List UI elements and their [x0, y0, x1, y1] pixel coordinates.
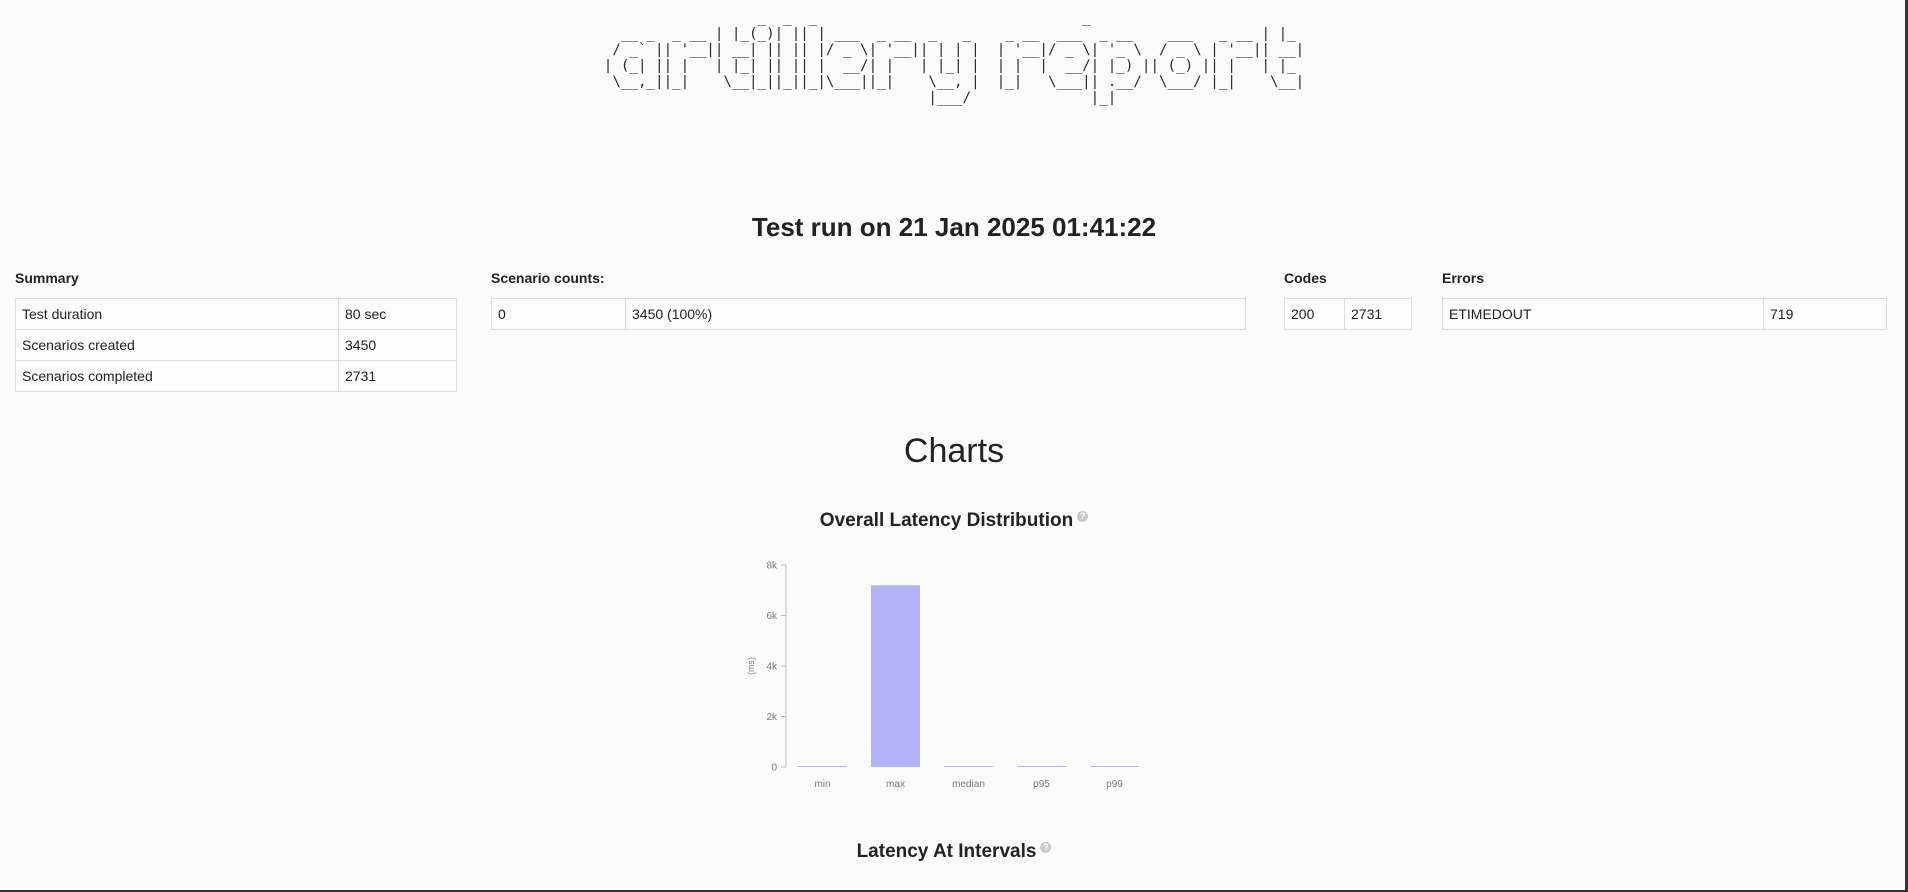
y-tick-label: 2k [766, 712, 778, 723]
x-tick-label: median [952, 779, 985, 790]
summary-value: 80 sec [338, 298, 457, 330]
summary-section: Summary Test duration 80 sec Scenarios c… [15, 268, 457, 392]
scenario-counts-table: 0 3450 (100%) [491, 298, 1246, 330]
scenario-label: 0 [491, 298, 626, 330]
status-code-link[interactable]: 200 [1284, 298, 1345, 330]
errors-section: Errors ETIMEDOUT 719 [1442, 268, 1887, 330]
artillery-report-logo: _ _ _ _ __ _ _ __ | |_(_)| || | ___ _ __… [603, 10, 1305, 106]
y-tick-label: 0 [771, 763, 777, 774]
latency-intervals-title: Latency At Intervals? [0, 841, 1908, 863]
scenario-counts-heading: Scenario counts: [491, 270, 605, 286]
y-tick-label: 6k [766, 611, 778, 622]
table-row: Scenarios completed 2731 [15, 360, 457, 392]
question-circle-icon[interactable]: ? [1040, 842, 1052, 853]
charts-heading: Charts [903, 432, 1005, 470]
table-row: 0 3450 (100%) [491, 298, 1246, 330]
latency-distribution-title: Overall Latency Distribution? [0, 510, 1908, 532]
codes-table: 200 2731 [1284, 298, 1412, 330]
errors-table: ETIMEDOUT 719 [1442, 298, 1887, 330]
scenario-counts-section: Scenario counts: 0 3450 (100%) [491, 268, 1246, 330]
x-tick-label: p95 [1033, 779, 1050, 790]
bar-p99 [1090, 766, 1139, 767]
y-tick-label: 8k [766, 561, 778, 572]
summary-label: Scenarios completed [15, 360, 339, 392]
table-row: 200 2731 [1284, 298, 1412, 330]
bar-p95 [1017, 766, 1066, 767]
y-tick-label: 4k [766, 662, 778, 673]
summary-value: 2731 [338, 360, 457, 392]
question-circle-icon[interactable]: ? [1077, 511, 1089, 522]
x-tick-label: min [814, 779, 830, 790]
table-row: Scenarios created 3450 [15, 329, 457, 361]
x-tick-label: max [886, 779, 905, 790]
summary-label: Scenarios created [15, 329, 339, 361]
latency-intervals-title-text: Latency At Intervals [856, 841, 1037, 862]
scenario-value: 3450 (100%) [625, 298, 1246, 330]
summary-value: 3450 [338, 329, 457, 361]
status-code-count: 2731 [1344, 298, 1412, 330]
error-label: ETIMEDOUT [1442, 298, 1764, 330]
x-tick-label: p99 [1106, 779, 1123, 790]
bar-max [871, 585, 920, 767]
errors-heading: Errors [1442, 270, 1485, 286]
codes-heading: Codes [1284, 270, 1327, 286]
latency-distribution-chart: 0 2k 4k 6k 8k (ms) min max median p95 p99 [746, 561, 1139, 790]
y-axis-label: (ms) [746, 657, 756, 675]
summary-heading: Summary [15, 270, 79, 286]
codes-section: Codes 200 2731 [1284, 268, 1412, 330]
table-row: Test duration 80 sec [15, 298, 457, 330]
table-row: ETIMEDOUT 719 [1442, 298, 1887, 330]
bar-min [798, 766, 847, 767]
error-count: 719 [1763, 298, 1887, 330]
summary-label: Test duration [15, 298, 339, 330]
page-title: Test run on 21 Jan 2025 01:41:22 [751, 212, 1157, 242]
latency-distribution-title-text: Overall Latency Distribution [819, 510, 1074, 531]
bar-median [944, 766, 993, 767]
summary-table: Test duration 80 sec Scenarios created 3… [15, 298, 457, 392]
